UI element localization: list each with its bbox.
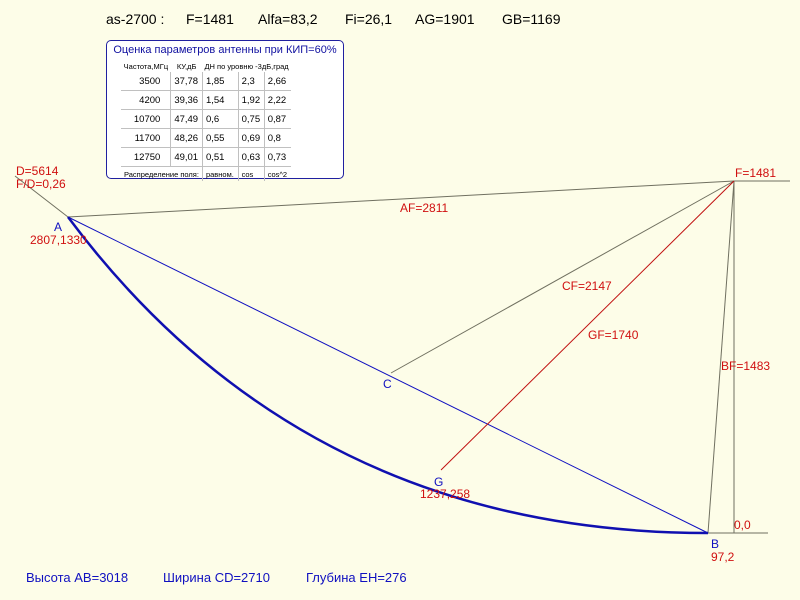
coord-a-label: 2807,1330 bbox=[30, 233, 87, 247]
line-gf bbox=[440, 180, 735, 471]
column-header: ДН по уровню -3дБ,град bbox=[204, 61, 289, 71]
table-cell: 37,78 bbox=[170, 72, 203, 91]
table-row: 11700 48,26 0,55 0,69 0,8 bbox=[121, 128, 291, 148]
table-cell: 3500 bbox=[121, 72, 172, 91]
distribution-type: cos^2 bbox=[267, 169, 288, 179]
antenna-parameters-panel: Оценка параметров антенны при КИП=60% Ча… bbox=[106, 40, 344, 181]
chord-ab bbox=[67, 216, 709, 534]
table-row: 4200 39,36 1,54 1,92 2,22 bbox=[121, 90, 291, 110]
point-f-label: F=1481 bbox=[735, 166, 776, 180]
coord-b-label: 97,2 bbox=[711, 550, 735, 564]
distribution-label: Распределение поля: bbox=[121, 166, 203, 181]
column-header: Частота,МГц bbox=[123, 61, 169, 71]
table-cell: 39,36 bbox=[170, 90, 203, 110]
table-header-row: Частота,МГц КУ,дБ ДН по уровню -3дБ,град bbox=[121, 60, 291, 72]
point-a-label: A bbox=[54, 220, 62, 234]
depth-value: Глубина EH=276 bbox=[306, 570, 407, 585]
table-cell: 2,66 bbox=[264, 72, 291, 91]
table-cell: 0,75 bbox=[238, 109, 265, 129]
width-value: Ширина CD=2710 bbox=[163, 570, 270, 585]
origin-label: 0,0 bbox=[734, 518, 751, 532]
ag-value: AG=1901 bbox=[415, 11, 475, 27]
fi-value: Fi=26,1 bbox=[345, 11, 393, 27]
point-b-label: B bbox=[711, 537, 719, 551]
table-cell: 1,85 bbox=[202, 72, 239, 91]
table-row: 3500 37,78 1,85 2,3 2,66 bbox=[121, 72, 291, 91]
table-cell: 11700 bbox=[121, 128, 172, 148]
column-header: КУ,дБ bbox=[176, 61, 197, 71]
table-cell: 0,51 bbox=[202, 147, 239, 167]
bf-label: BF=1483 bbox=[721, 359, 770, 373]
gf-label: GF=1740 bbox=[588, 328, 639, 342]
table-cell: 0,73 bbox=[264, 147, 291, 167]
table-cell: 47,49 bbox=[170, 109, 203, 129]
table-cell: 10700 bbox=[121, 109, 172, 129]
af-label: AF=2811 bbox=[400, 201, 448, 215]
table-cell: 1,92 bbox=[238, 90, 265, 110]
table-cell: 4200 bbox=[121, 90, 172, 110]
panel-title: Оценка параметров антенны при КИП=60% bbox=[113, 44, 337, 56]
header-bar: as-2700 : F=1481 Alfa=83,2 Fi=26,1 AG=19… bbox=[0, 11, 800, 31]
table-cell: 0,8 bbox=[264, 128, 291, 148]
table-cell: 0,69 bbox=[238, 128, 265, 148]
gb-value: GB=1169 bbox=[502, 11, 561, 27]
table-cell: 0,55 bbox=[202, 128, 239, 148]
model-label: as-2700 : bbox=[106, 11, 165, 27]
height-value: Высота AB=3018 bbox=[26, 570, 129, 585]
point-c-label: C bbox=[383, 377, 392, 391]
distribution-type: равном. bbox=[202, 166, 239, 181]
table-cell: 49,01 bbox=[170, 147, 203, 167]
coord-g-label: 1237,258 bbox=[420, 487, 470, 501]
table-cell: 12750 bbox=[121, 147, 172, 167]
footer-bar: Высота AB=3018 Ширина CD=2710 Глубина EH… bbox=[0, 570, 800, 588]
table-cell: 0,6 bbox=[202, 109, 239, 129]
cf-label: CF=2147 bbox=[562, 279, 612, 293]
fd-label: F/D=0,26 bbox=[16, 177, 66, 191]
focus-value: F=1481 bbox=[186, 11, 234, 27]
table-cell: 0,63 bbox=[238, 147, 265, 167]
parameters-table: Частота,МГц КУ,дБ ДН по уровню -3дБ,град… bbox=[121, 60, 291, 181]
table-cell: 48,26 bbox=[170, 128, 203, 148]
distribution-type: cos bbox=[238, 166, 265, 181]
diameter-label: D=5614 bbox=[16, 164, 59, 178]
distribution-row: Распределение поля: равном. cos cos^2 bbox=[121, 166, 291, 181]
table-cell: 1,54 bbox=[202, 90, 239, 110]
line-bf bbox=[707, 180, 735, 534]
table-row: 10700 47,49 0,6 0,75 0,87 bbox=[121, 109, 291, 129]
table-cell: 2,22 bbox=[264, 90, 291, 110]
table-row: 12750 49,01 0,51 0,63 0,73 bbox=[121, 147, 291, 167]
table-cell: 0,87 bbox=[264, 109, 291, 129]
alfa-value: Alfa=83,2 bbox=[258, 11, 318, 27]
table-cell: 2,3 bbox=[238, 72, 265, 91]
